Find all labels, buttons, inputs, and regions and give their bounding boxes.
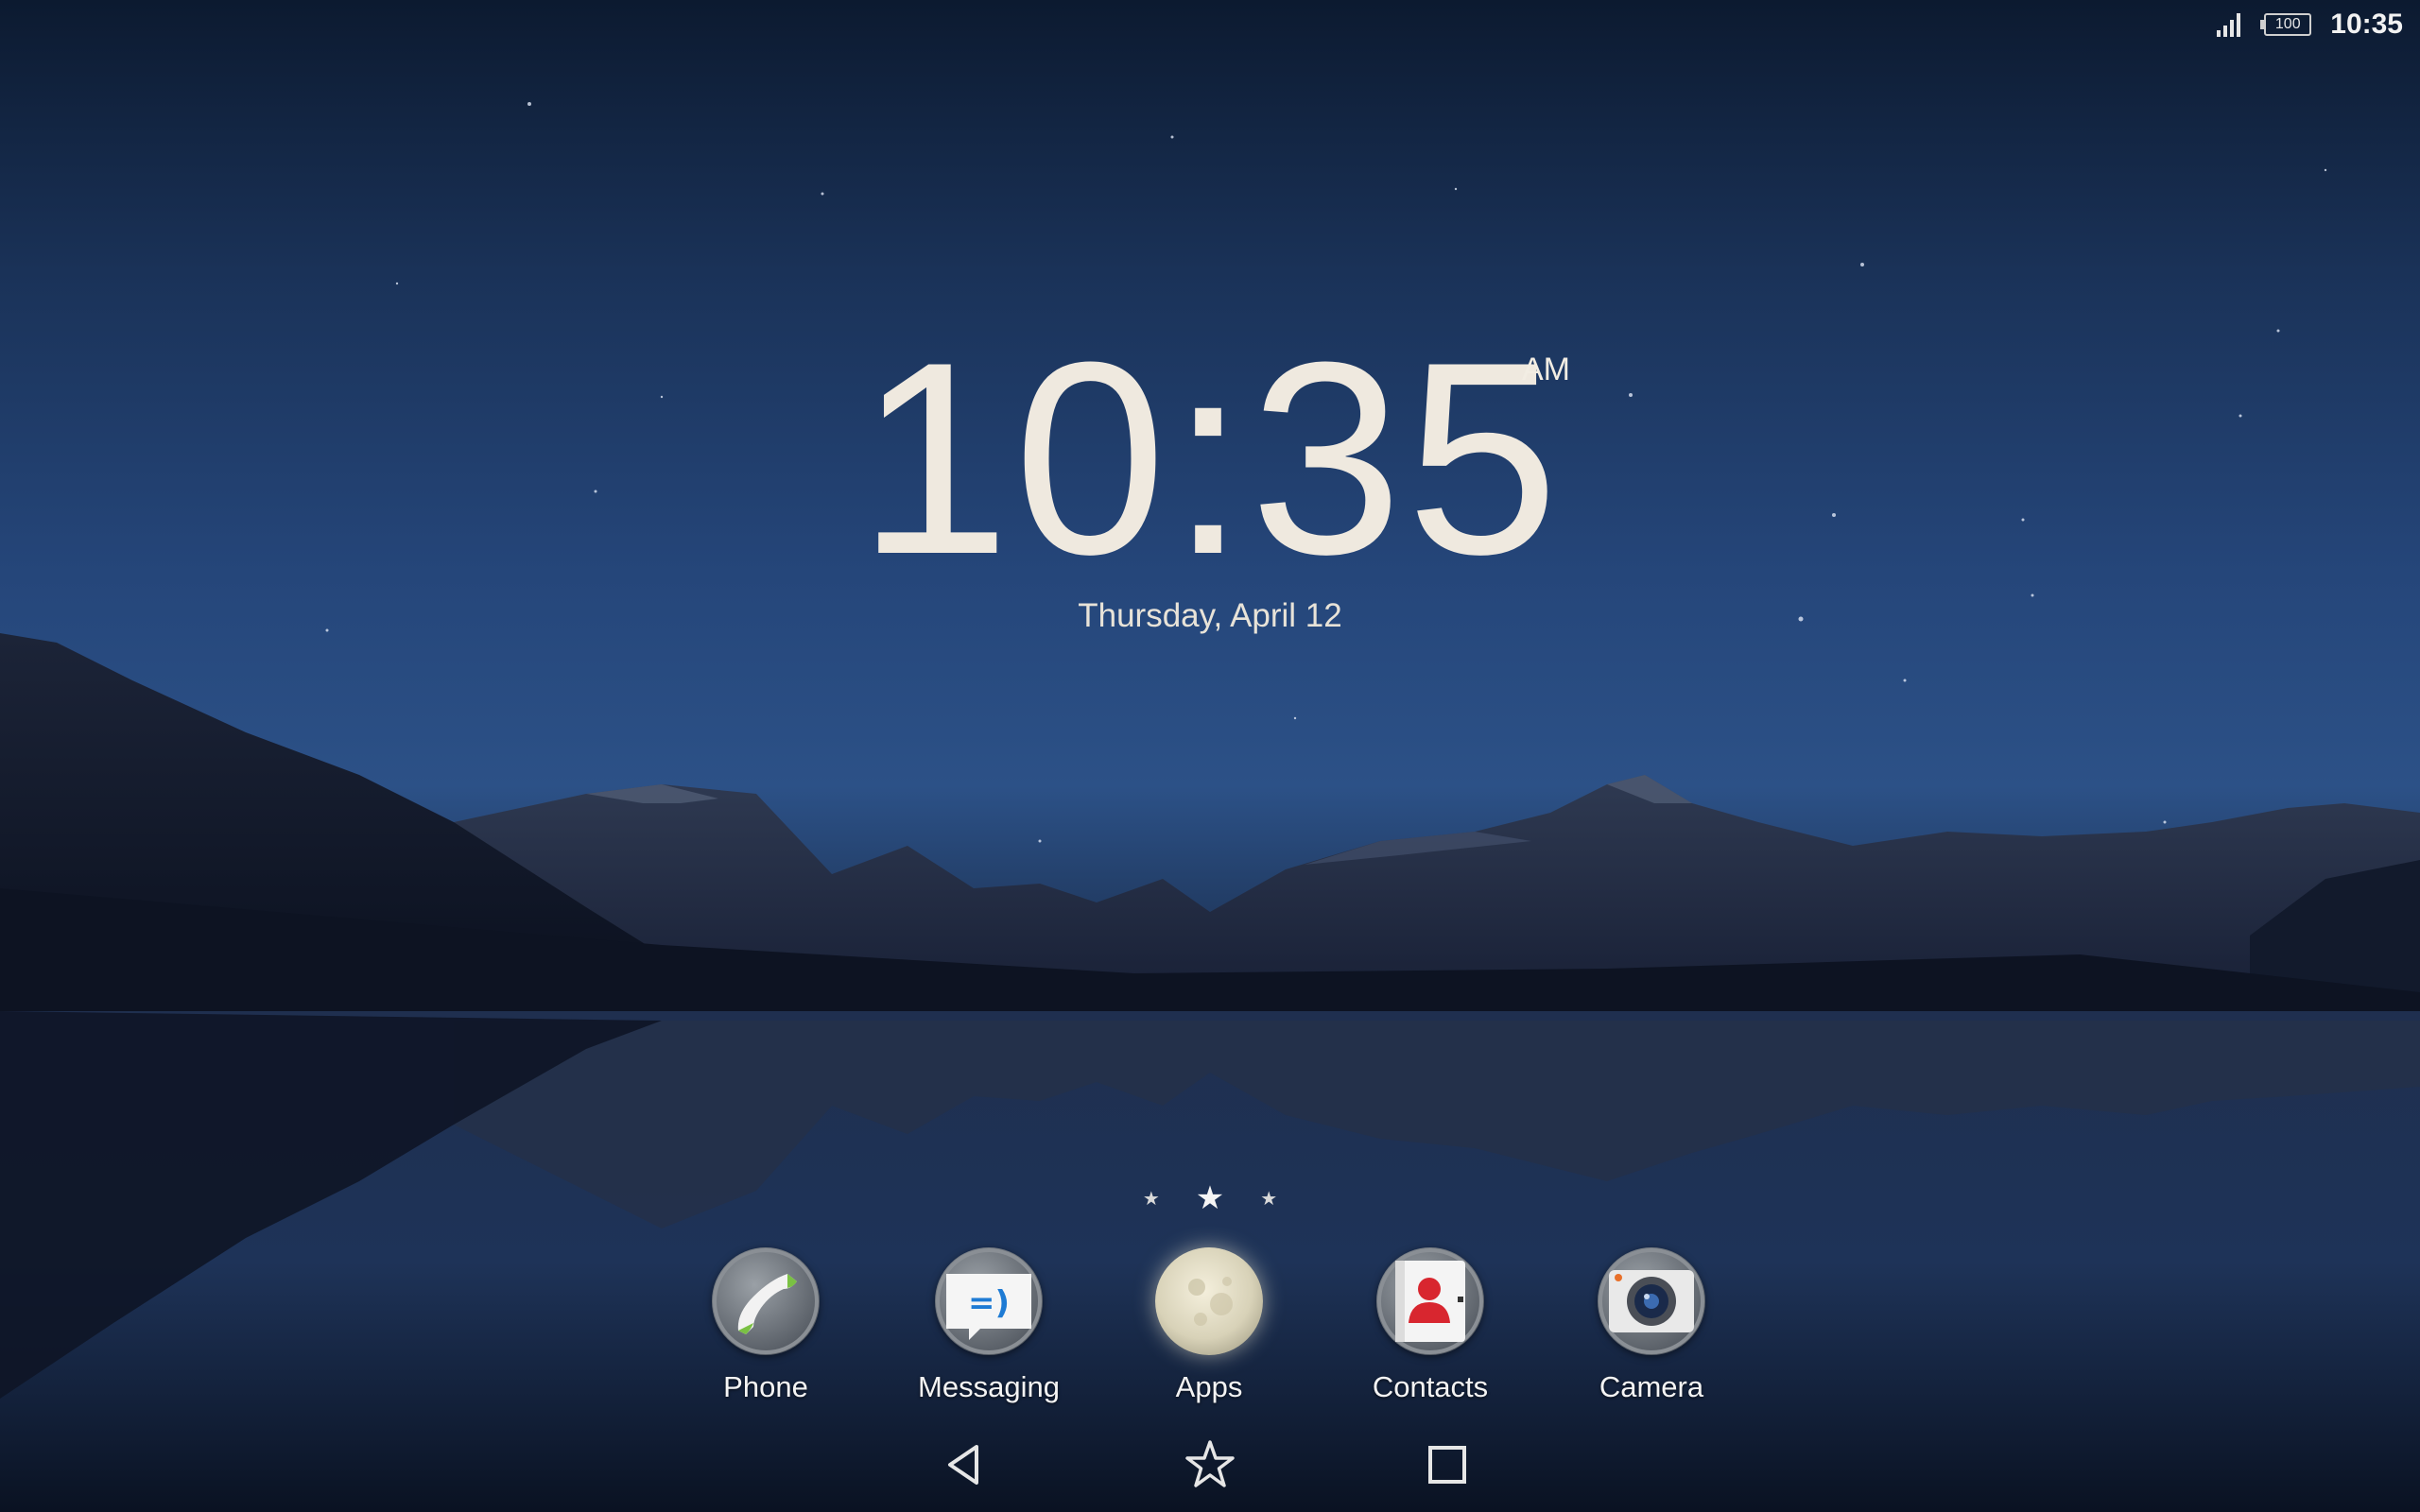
apps-icon <box>1155 1247 1263 1355</box>
recents-button[interactable] <box>1414 1432 1480 1498</box>
clock-widget[interactable]: 10:35 <box>832 321 1588 595</box>
home-page-star-icon: ★ <box>1195 1179 1225 1217</box>
camera-icon <box>1598 1247 1705 1355</box>
phone-icon <box>712 1247 820 1355</box>
back-icon <box>948 1445 978 1485</box>
page-dot-icon: ★ <box>1142 1187 1160 1210</box>
battery-level: 100 <box>2274 16 2301 32</box>
dock-app-contacts[interactable]: Contacts <box>1345 1247 1515 1404</box>
svg-text:=): =) <box>968 1284 1010 1322</box>
dock-app-label: Camera <box>1599 1370 1704 1403</box>
dock-app-phone[interactable]: Phone <box>681 1247 851 1404</box>
clock-date: Thursday, April 12 <box>1078 597 1342 634</box>
status-time: 10:35 <box>2330 9 2403 40</box>
back-button[interactable] <box>931 1432 997 1498</box>
dock-app-label: Phone <box>723 1370 808 1403</box>
signal-bars-icon <box>2217 13 2241 37</box>
dock-app-messaging[interactable]: =) Messaging <box>904 1247 1074 1404</box>
dock-app-camera[interactable]: Camera <box>1566 1247 1737 1404</box>
home-button[interactable] <box>1177 1432 1243 1498</box>
dock-app-label: Apps <box>1175 1370 1243 1403</box>
dock-app-label: Messaging <box>918 1370 1060 1403</box>
messaging-icon: =) <box>935 1247 1043 1355</box>
contacts-icon <box>1376 1247 1484 1355</box>
dock-app-apps[interactable]: Apps <box>1124 1247 1294 1404</box>
clock-ampm: AM <box>1522 352 1570 387</box>
battery-icon: 100 <box>2260 11 2313 38</box>
page-indicator: ★ ★ ★ <box>1115 1179 1305 1217</box>
status-bar: 100 10:35 <box>2215 0 2420 49</box>
home-star-icon <box>1185 1440 1235 1487</box>
dock-app-label: Contacts <box>1372 1370 1489 1403</box>
navigation-bar <box>0 1432 2420 1498</box>
recents-icon <box>1428 1446 1466 1484</box>
clock-time: 10:35 <box>857 305 1563 611</box>
page-dot-icon: ★ <box>1260 1187 1278 1210</box>
